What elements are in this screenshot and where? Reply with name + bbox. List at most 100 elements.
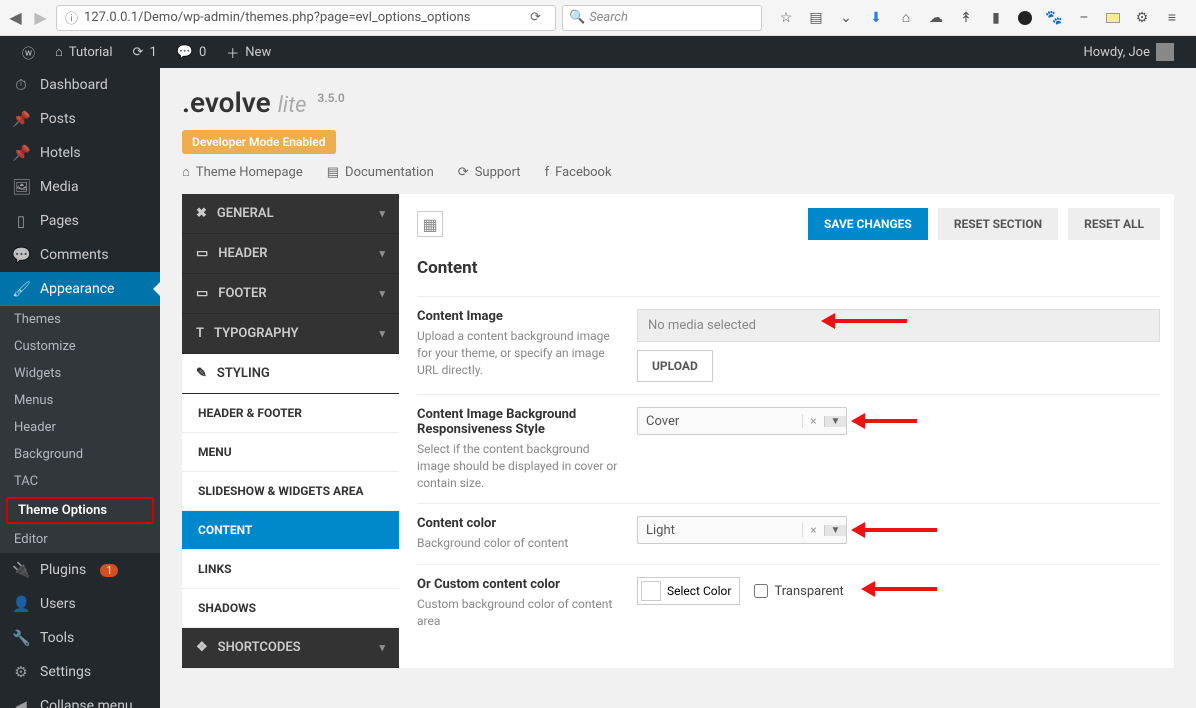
annotation-arrow: [857, 528, 937, 532]
sub-theme-options[interactable]: Theme Options: [6, 497, 154, 524]
tab-general[interactable]: ✖GENERAL▾: [182, 194, 399, 234]
description: Upload a content background image for yo…: [417, 328, 619, 378]
responsiveness-select[interactable]: Cover × ▼: [637, 407, 847, 435]
download-icon[interactable]: ⬇: [868, 10, 884, 26]
globe-icon: ⓘ: [65, 8, 78, 27]
tab-header[interactable]: ▭HEADER▾: [182, 234, 399, 274]
card-icon[interactable]: [1106, 13, 1120, 23]
sub-header[interactable]: Header: [0, 414, 160, 441]
checkbox-input[interactable]: [754, 584, 768, 598]
updates-link[interactable]: ⟳1: [123, 36, 167, 68]
transparent-checkbox[interactable]: Transparent: [754, 584, 843, 599]
url-bar[interactable]: ⓘ 127.0.0.1/Demo/wp-admin/themes.php?pag…: [56, 5, 556, 31]
subtab-menu[interactable]: MENU: [182, 433, 399, 472]
reset-all-button[interactable]: RESET ALL: [1068, 208, 1160, 240]
sub-editor[interactable]: Editor: [0, 526, 160, 553]
star-icon[interactable]: ☆: [778, 10, 794, 26]
menu-pages[interactable]: ▯Pages: [0, 204, 160, 238]
new-link[interactable]: ＋New: [216, 36, 281, 68]
link-facebook[interactable]: fFacebook: [545, 164, 612, 180]
sub-menus[interactable]: Menus: [0, 387, 160, 414]
chat-icon[interactable]: ☁: [928, 10, 944, 26]
subtab-slideshow[interactable]: SLIDESHOW & WIDGETS AREA: [182, 472, 399, 511]
sub-customize[interactable]: Customize: [0, 333, 160, 360]
subtab-links[interactable]: LINKS: [182, 550, 399, 589]
forward-button[interactable]: ▶: [31, 5, 50, 31]
menu-tools[interactable]: 🔧Tools: [0, 621, 160, 655]
pocket-icon[interactable]: ⌄: [838, 10, 854, 26]
browser-search[interactable]: 🔍 Search: [562, 5, 762, 31]
page-icon: ▯: [12, 212, 30, 230]
list-icon[interactable]: ▤: [808, 10, 824, 26]
menu-posts[interactable]: 📌Posts: [0, 102, 160, 136]
clear-icon[interactable]: ×: [802, 523, 824, 537]
header-links: ⌂Theme Homepage ▤Documentation ⟳Support …: [160, 164, 1196, 194]
search-placeholder: Search: [589, 10, 628, 25]
description: Background color of content: [417, 535, 619, 552]
menu-hotels[interactable]: 📌Hotels: [0, 136, 160, 170]
home-icon[interactable]: ⌂: [898, 10, 914, 26]
reset-section-button[interactable]: RESET SECTION: [938, 208, 1058, 240]
label: Content color: [417, 516, 619, 531]
menu-users[interactable]: 👤Users: [0, 587, 160, 621]
expand-button[interactable]: ▦: [417, 211, 443, 237]
site-link[interactable]: ⌂Tutorial: [45, 36, 123, 68]
content-color-select[interactable]: Light × ▼: [637, 516, 847, 544]
media-icon: 🖼: [12, 178, 30, 196]
field-content-image: Content Image Upload a content background…: [417, 296, 1160, 394]
flag-icon[interactable]: ▮: [988, 10, 1004, 26]
sub-themes[interactable]: Themes: [0, 306, 160, 333]
link-support[interactable]: ⟳Support: [458, 164, 521, 180]
menu-collapse[interactable]: ◀Collapse menu: [0, 689, 160, 708]
save-button[interactable]: SAVE CHANGES: [808, 208, 928, 240]
refresh-icon: ⟳: [133, 45, 144, 60]
menu-appearance[interactable]: 🖌Appearance: [0, 272, 160, 306]
field-content-color: Content color Background color of content…: [417, 503, 1160, 564]
chevron-down-icon: ▾: [379, 207, 385, 220]
menu-comments[interactable]: 💬Comments: [0, 238, 160, 272]
avatar: [1156, 43, 1174, 61]
reload-icon[interactable]: ⟳: [530, 10, 541, 25]
back-button[interactable]: ◀: [6, 5, 25, 31]
comment-icon: 💬: [177, 45, 193, 60]
gear-icon[interactable]: ⚙: [1134, 10, 1150, 26]
toolbar-icons: ☆ ▤ ⌄ ⬇ ⌂ ☁ ↟ ▮ 🐾 – ⚙ ≡: [768, 10, 1190, 26]
pin-icon[interactable]: ↟: [958, 10, 974, 26]
subtab-shadows[interactable]: SHADOWS: [182, 589, 399, 628]
orb-icon[interactable]: [1018, 11, 1032, 25]
comments-link[interactable]: 💬0: [167, 36, 217, 68]
select-color-button[interactable]: Select Color: [637, 577, 740, 605]
wrench-icon: 🔧: [12, 629, 30, 647]
dash-icon[interactable]: –: [1076, 10, 1092, 26]
menu-icon[interactable]: ≡: [1164, 10, 1180, 26]
tab-shortcodes[interactable]: ❖SHORTCODES▾: [182, 628, 399, 668]
menu-dashboard[interactable]: ⏱Dashboard: [0, 68, 160, 102]
menu-plugins[interactable]: 🔌Plugins1: [0, 553, 160, 587]
sub-background[interactable]: Background: [0, 441, 160, 468]
menu-media[interactable]: 🖼Media: [0, 170, 160, 204]
subtab-content[interactable]: CONTENT: [182, 511, 399, 550]
tab-footer[interactable]: ▭FOOTER▾: [182, 274, 399, 314]
link-home[interactable]: ⌂Theme Homepage: [182, 164, 303, 180]
tab-typography[interactable]: TTYPOGRAPHY▾: [182, 314, 399, 354]
doc-icon: ▤: [327, 165, 339, 180]
clear-icon[interactable]: ×: [802, 414, 824, 428]
type-icon: T: [196, 326, 204, 341]
media-input[interactable]: No media selected: [637, 309, 1160, 342]
annotation-arrow: [857, 419, 917, 423]
link-docs[interactable]: ▤Documentation: [327, 164, 434, 180]
sub-tac[interactable]: TAC: [0, 468, 160, 495]
wp-logo[interactable]: ⓦ: [12, 36, 45, 68]
sub-widgets[interactable]: Widgets: [0, 360, 160, 387]
upload-button[interactable]: UPLOAD: [637, 350, 713, 382]
appearance-submenu: Themes Customize Widgets Menus Header Ba…: [0, 306, 160, 553]
menu-settings[interactable]: ⚙Settings: [0, 655, 160, 689]
label: Content Image: [417, 309, 619, 324]
tab-styling[interactable]: ✎STYLING: [182, 354, 399, 394]
howdy-link[interactable]: Howdy, Joe: [1073, 36, 1184, 68]
options-panel: ▦ SAVE CHANGES RESET SECTION RESET ALL C…: [399, 194, 1174, 668]
ext-icon[interactable]: 🐾: [1046, 10, 1062, 26]
subtab-header-footer[interactable]: HEADER & FOOTER: [182, 394, 399, 433]
wp-sidebar: ⏱Dashboard 📌Posts 📌Hotels 🖼Media ▯Pages …: [0, 68, 160, 708]
wp-admin-bar: ⓦ ⌂Tutorial ⟳1 💬0 ＋New Howdy, Joe: [0, 36, 1196, 68]
